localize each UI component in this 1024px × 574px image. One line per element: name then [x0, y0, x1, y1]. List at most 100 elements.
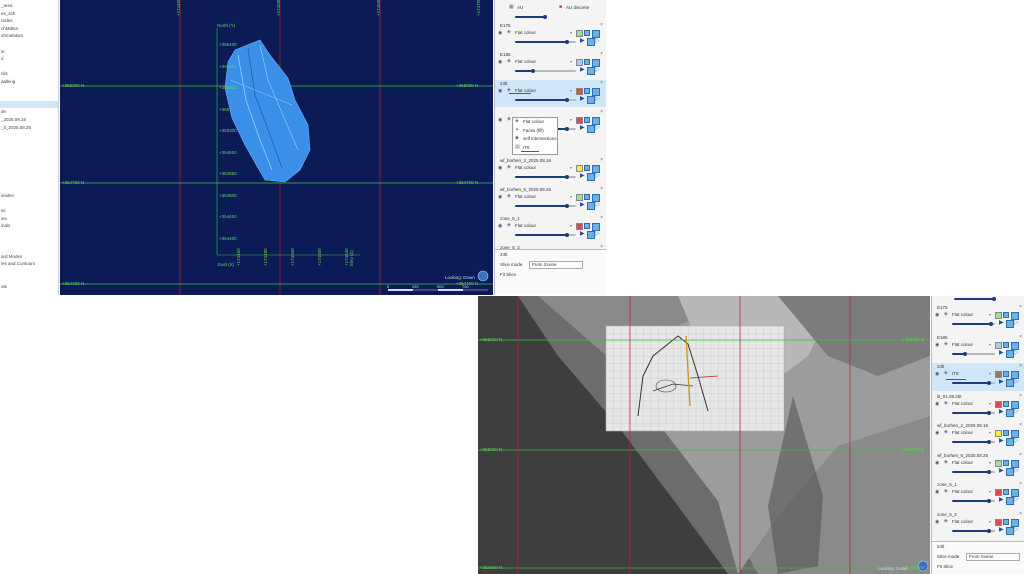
colour-swatch[interactable]	[995, 518, 1002, 526]
slider-handle[interactable]	[564, 127, 569, 131]
chevron-down-icon[interactable]: ▾	[989, 401, 991, 406]
slider-handle[interactable]	[962, 351, 967, 356]
chevron-down-icon[interactable]: ▾	[989, 489, 991, 494]
layer-row[interactable]: wf_borhen_5_2025.08.25 × ◉ ◈ Flat colour ▾ ▶ ▷	[932, 452, 1024, 479]
sidebar-tree-item[interactable]	[0, 131, 58, 138]
options-icon[interactable]	[584, 223, 590, 229]
layer-row[interactable]: 24lt × ◉ ◈ Flat colour ▾ ▶ ▷	[495, 80, 606, 107]
colour-mode-label[interactable]: Flat colour	[952, 401, 973, 406]
layer-row[interactable]: E185 × ◉ ◈ Flat colour ▾ ▶ ▷	[932, 334, 1024, 361]
slider-handle[interactable]	[531, 69, 536, 73]
play-icon[interactable]: ▶	[580, 172, 585, 179]
opacity-slider[interactable]	[952, 470, 989, 473]
eye-icon[interactable]: ◉	[935, 312, 939, 318]
toggle-icon[interactable]	[1006, 408, 1014, 417]
opacity-slider[interactable]	[952, 441, 989, 443]
chevron-down-icon[interactable]: ▾	[989, 342, 991, 347]
sidebar-tree-item[interactable]: de	[0, 108, 58, 115]
close-icon[interactable]: ×	[1019, 304, 1022, 310]
eye-icon[interactable]: ◉	[935, 342, 939, 348]
colour-swatch[interactable]	[995, 371, 1002, 378]
chevron-down-icon[interactable]: ▾	[570, 194, 572, 199]
options-icon[interactable]	[1003, 371, 1009, 377]
opacity-slider[interactable]	[952, 529, 989, 532]
play-icon[interactable]: ▶	[580, 66, 585, 73]
sidebar-tree-item[interactable]	[0, 177, 58, 184]
toggle-icon[interactable]	[1006, 526, 1014, 535]
toggle-icon[interactable]	[587, 125, 595, 133]
chevron-down-icon[interactable]: ▾	[570, 59, 572, 64]
chevron-down-icon[interactable]: ▾	[570, 117, 572, 122]
colour-swatch[interactable]	[995, 400, 1002, 408]
sidebar-tree-item[interactable]: d	[0, 55, 58, 62]
sidebar-tree-item[interactable]	[0, 238, 58, 245]
colour-mode-label[interactable]: Flat colour	[952, 519, 973, 524]
step-icon[interactable]: ▷	[1014, 467, 1019, 474]
eye-icon[interactable]: ◉	[935, 371, 939, 377]
colour-mode-label[interactable]: Flat colour	[952, 430, 973, 435]
scene-viewport-top[interactable]: +355400 +355350 +355300 +355 +355300 +354850 +…	[60, 0, 493, 295]
opacity-slider[interactable]	[952, 411, 989, 414]
close-icon[interactable]: ×	[1019, 334, 1022, 340]
layer-row[interactable]: E175 × ◉ ◈ Flat colour ▾ ▶ ▷	[495, 22, 606, 49]
chevron-down-icon[interactable]: ▾	[989, 371, 991, 376]
slider-handle[interactable]	[988, 322, 993, 326]
opacity-slider[interactable]	[515, 234, 567, 236]
chevron-down-icon[interactable]: ▾	[570, 88, 572, 93]
sidebar-tree-item[interactable]	[0, 162, 58, 169]
sidebar-tree-item[interactable]: ie	[0, 48, 58, 55]
eye-icon[interactable]: ◉	[498, 223, 502, 229]
toggle-icon[interactable]	[587, 96, 595, 104]
layer-row[interactable]: ▦ AU ■ AU discrete	[495, 2, 606, 22]
opacity-slider[interactable]	[952, 382, 989, 384]
colour-swatch[interactable]	[576, 223, 583, 230]
sidebar-tree-item[interactable]	[0, 184, 58, 191]
colour-mode-label[interactable]: Flat colour	[952, 312, 973, 317]
play-icon[interactable]: ▶	[999, 378, 1004, 385]
play-icon[interactable]: ▶	[580, 124, 585, 131]
step-icon[interactable]: ▷	[595, 66, 600, 73]
slider-handle[interactable]	[564, 233, 569, 237]
toggle-icon[interactable]	[1006, 379, 1014, 387]
sidebar-tree-item[interactable]	[0, 93, 58, 100]
options-icon[interactable]	[584, 59, 590, 65]
eye-icon[interactable]: ◉	[935, 519, 939, 525]
colour-swatch[interactable]	[995, 341, 1002, 349]
slider-handle[interactable]	[986, 440, 991, 444]
slider-handle[interactable]	[543, 15, 547, 19]
top-scene-canvas[interactable]	[60, 0, 493, 295]
step-icon[interactable]: ▷	[595, 124, 600, 131]
close-icon[interactable]: ×	[600, 80, 603, 86]
close-icon[interactable]: ×	[1019, 393, 1022, 399]
dropdown-option[interactable]: Faces (fill)	[523, 128, 544, 133]
layer-row[interactable]: lit_01.08.25t × ◉ ◈ Flat colour ▾ ▶ ▷	[932, 393, 1024, 420]
play-icon[interactable]: ▶	[999, 437, 1004, 444]
eye-icon[interactable]: ◉	[498, 165, 502, 171]
chevron-down-icon[interactable]: ▾	[570, 223, 572, 228]
opacity-slider-track[interactable]	[964, 352, 995, 355]
options-icon[interactable]	[1003, 489, 1009, 495]
dropdown-option[interactable]: IT8	[523, 145, 530, 150]
slice-mode-select[interactable]: From Scene	[966, 553, 1020, 561]
options-icon[interactable]	[584, 30, 590, 36]
step-icon[interactable]: ▷	[1014, 349, 1019, 356]
opacity-slider[interactable]	[515, 176, 567, 178]
sidebar-tree-item[interactable]: nisles	[0, 17, 58, 24]
play-icon[interactable]: ▶	[580, 201, 585, 208]
slider-handle[interactable]	[986, 381, 991, 385]
layer-row[interactable]: E175 × ◉ ◈ Flat colour ▾ ▶ ▷	[932, 304, 1024, 331]
layer-row[interactable]: wf_borhen_5_2025.08.25 × ◉ ◈ Flat colour ▾ ▶ ▷	[495, 186, 606, 213]
sidebar-tree-item[interactable]	[0, 268, 58, 275]
colour-swatch[interactable]	[995, 430, 1002, 437]
colour-mode-label[interactable]: IT8	[952, 371, 959, 376]
options-icon[interactable]	[584, 165, 590, 171]
colour-map-label[interactable]: AU discrete	[566, 5, 589, 10]
opacity-slider[interactable]	[515, 16, 545, 18]
close-icon[interactable]: ×	[600, 215, 603, 221]
sidebar-tree-item[interactable]: ss	[0, 207, 58, 214]
close-icon[interactable]: ×	[1019, 481, 1022, 487]
slider-handle[interactable]	[564, 98, 569, 102]
step-icon[interactable]: ▷	[595, 172, 600, 179]
sidebar-tree-item[interactable]	[0, 139, 58, 146]
colour-mode-label[interactable]: Flat colour	[515, 194, 536, 199]
